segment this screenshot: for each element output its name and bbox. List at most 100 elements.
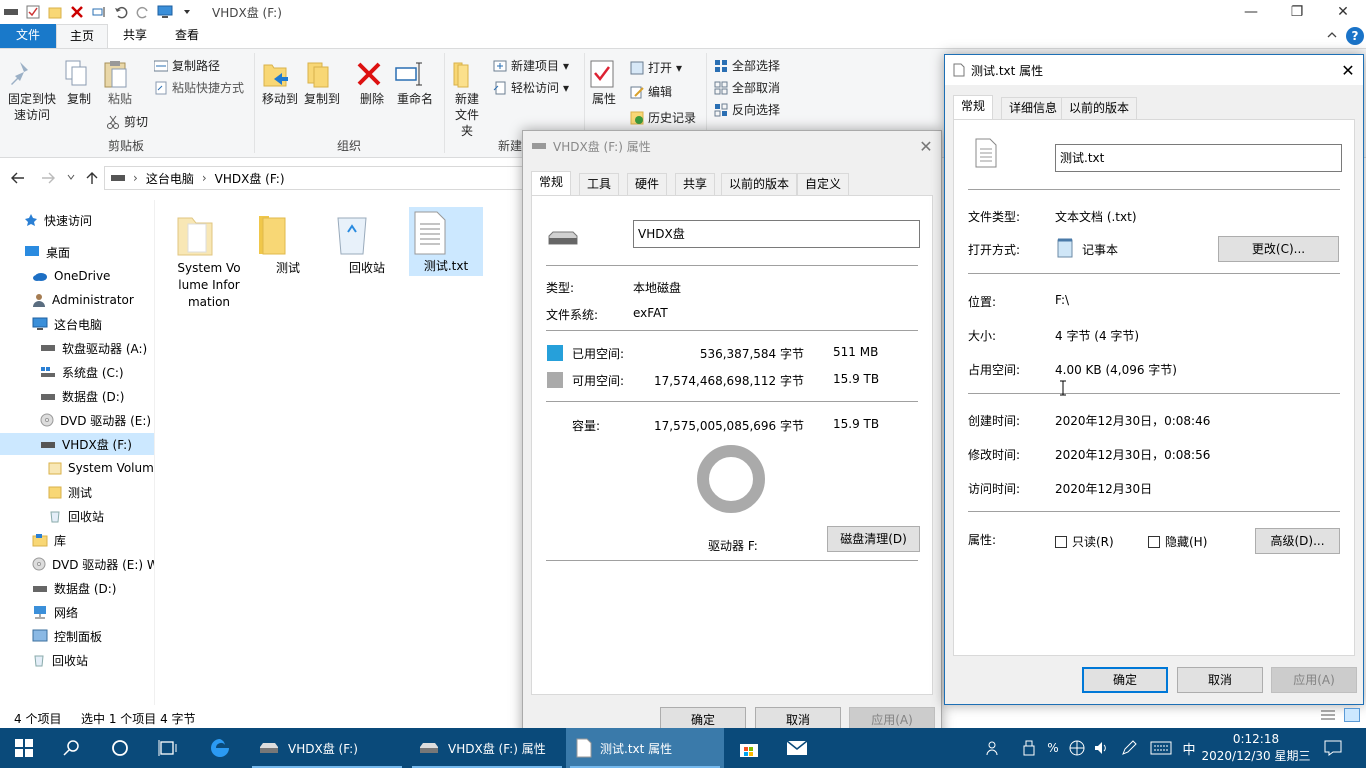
delete-button[interactable]: 删除: [354, 59, 390, 107]
nav-item-control-panel[interactable]: 控制面板: [32, 625, 102, 647]
up-arrow-icon[interactable]: [84, 170, 100, 186]
file-item-test-folder[interactable]: 测试: [251, 210, 325, 277]
properties-button[interactable]: 属性: [588, 59, 620, 107]
back-arrow-icon[interactable]: [10, 170, 26, 186]
invert-selection-button[interactable]: 反向选择: [714, 101, 780, 118]
tab-previous-versions[interactable]: 以前的版本: [721, 173, 798, 195]
disk-cleanup-button[interactable]: 磁盘清理(D): [827, 526, 920, 552]
nav-item-recycle-bin[interactable]: 回收站: [48, 505, 104, 527]
tab-details[interactable]: 详细信息: [1001, 97, 1066, 119]
nav-item-data-drive-2[interactable]: 数据盘 (D:): [32, 577, 116, 599]
nav-item-system-drive[interactable]: 系统盘 (C:): [40, 361, 124, 383]
ok-button[interactable]: 确定: [1082, 667, 1168, 693]
forward-arrow-icon[interactable]: [40, 170, 56, 186]
chevron-up-icon[interactable]: [1326, 29, 1340, 43]
breadcrumb-chevron-icon[interactable]: ›: [133, 171, 138, 185]
taskbar-app-explorer[interactable]: VHDX盘 (F:): [248, 728, 406, 768]
close-button[interactable]: ✕: [1333, 55, 1363, 85]
nav-item-vhdx[interactable]: VHDX盘 (F:): [0, 433, 154, 455]
delete-icon[interactable]: [68, 3, 86, 21]
start-button[interactable]: [0, 728, 48, 768]
hidden-checkbox[interactable]: 隐藏(H): [1148, 533, 1207, 550]
close-button[interactable]: ✕: [911, 131, 941, 161]
tab-hardware[interactable]: 硬件: [627, 173, 668, 195]
computer-icon[interactable]: [156, 3, 174, 21]
edge-button[interactable]: [196, 728, 244, 768]
nav-item-desktop[interactable]: 桌面: [24, 241, 70, 263]
nav-item-system-volume[interactable]: System Volume: [48, 457, 154, 479]
drive-name-input[interactable]: VHDX盘: [633, 220, 920, 248]
nav-item-onedrive[interactable]: OneDrive: [32, 265, 110, 287]
file-item-system-volume[interactable]: System Volume Information: [172, 210, 246, 311]
new-item-button[interactable]: 新建项目 ▾: [493, 57, 569, 74]
cortana-button[interactable]: [96, 728, 144, 768]
nav-item-dvd[interactable]: DVD 驱动器 (E:) V: [40, 409, 154, 431]
change-button[interactable]: 更改(C)...: [1218, 236, 1339, 262]
redo-icon[interactable]: [134, 3, 152, 21]
people-icon[interactable]: [982, 728, 1006, 768]
chevron-down-icon[interactable]: [178, 3, 196, 21]
tab-previous-versions[interactable]: 以前的版本: [1061, 97, 1138, 119]
readonly-checkbox[interactable]: 只读(R): [1055, 533, 1114, 550]
ime-indicator[interactable]: 中: [1178, 728, 1200, 768]
edit-button[interactable]: 编辑: [630, 83, 672, 100]
open-button[interactable]: 打开 ▾: [630, 59, 682, 76]
keyboard-icon[interactable]: [1148, 728, 1174, 768]
select-all-button[interactable]: 全部选择: [714, 57, 780, 74]
tab-home[interactable]: 主页: [56, 24, 108, 48]
file-name-input[interactable]: 测试.txt: [1055, 144, 1342, 172]
clock[interactable]: 0:12:18 2020/12/30 星期三: [1200, 731, 1312, 765]
task-view-button[interactable]: [144, 728, 192, 768]
rename-button[interactable]: 重命名: [394, 59, 436, 107]
move-to-button[interactable]: 移动到: [260, 59, 300, 107]
tab-general[interactable]: 常规: [531, 171, 572, 195]
select-none-button[interactable]: 全部取消: [714, 79, 780, 96]
tab-customize[interactable]: 自定义: [797, 173, 850, 195]
file-item-recycle-bin[interactable]: 回收站: [330, 210, 404, 277]
tab-view[interactable]: 查看: [164, 24, 210, 48]
tab-file[interactable]: 文件: [0, 24, 56, 48]
rename-icon[interactable]: [90, 3, 108, 21]
nav-item-data-drive[interactable]: 数据盘 (D:): [40, 385, 124, 407]
tab-share[interactable]: 共享: [112, 24, 158, 48]
nav-item-this-pc[interactable]: 这台电脑: [32, 313, 102, 335]
tab-tools[interactable]: 工具: [579, 173, 620, 195]
nav-item-recycle-bin-2[interactable]: 回收站: [32, 649, 88, 671]
nav-item-dvd-2[interactable]: DVD 驱动器 (E:) W: [32, 553, 154, 575]
easy-access-button[interactable]: 轻松访问 ▾: [493, 79, 569, 96]
breadcrumb-vhdx[interactable]: VHDX盘 (F:): [215, 170, 285, 187]
undo-icon[interactable]: [112, 3, 130, 21]
recent-chevron-icon[interactable]: [66, 172, 76, 182]
address-bar[interactable]: › 这台电脑 › VHDX盘 (F:): [104, 166, 524, 190]
tab-general[interactable]: 常规: [953, 95, 994, 119]
store-button[interactable]: [726, 728, 772, 768]
help-icon[interactable]: ?: [1346, 27, 1364, 45]
nav-item-network[interactable]: 网络: [32, 601, 78, 623]
nav-item-floppy[interactable]: 软盘驱动器 (A:): [40, 337, 147, 359]
volume-icon[interactable]: [1090, 728, 1112, 768]
large-icons-view-icon[interactable]: [1344, 708, 1360, 722]
nav-item-libraries[interactable]: 库: [32, 529, 66, 551]
copy-path-button[interactable]: 复制路径: [154, 57, 220, 74]
new-folder-icon[interactable]: [46, 3, 64, 21]
history-button[interactable]: 历史记录: [630, 109, 696, 126]
cut-button[interactable]: 剪切: [106, 113, 148, 130]
copy-button[interactable]: 复制: [62, 59, 96, 107]
nav-item-administrator[interactable]: Administrator: [32, 289, 134, 311]
paste-shortcut-button[interactable]: 粘贴快捷方式: [154, 79, 244, 96]
action-center-button[interactable]: [1316, 728, 1350, 768]
checkbox-box[interactable]: [1148, 535, 1160, 548]
breadcrumb-this-pc[interactable]: 这台电脑: [146, 170, 194, 187]
pin-quick-access-button[interactable]: 固定到快速访问: [6, 59, 58, 123]
file-item-test-txt[interactable]: 测试.txt: [409, 207, 483, 276]
close-button[interactable]: ✕: [1320, 0, 1366, 24]
new-folder-button[interactable]: 新建文件夹: [448, 59, 486, 139]
search-button[interactable]: [48, 728, 96, 768]
details-view-icon[interactable]: [1320, 709, 1336, 721]
properties-icon[interactable]: [24, 3, 42, 21]
tab-sharing[interactable]: 共享: [675, 173, 716, 195]
nav-item-quick-access[interactable]: 快速访问: [24, 209, 92, 231]
taskbar-app-drive-properties[interactable]: VHDX盘 (F:) 属性: [408, 728, 566, 768]
usb-icon[interactable]: [1018, 728, 1040, 768]
checkbox-box[interactable]: [1055, 535, 1067, 548]
